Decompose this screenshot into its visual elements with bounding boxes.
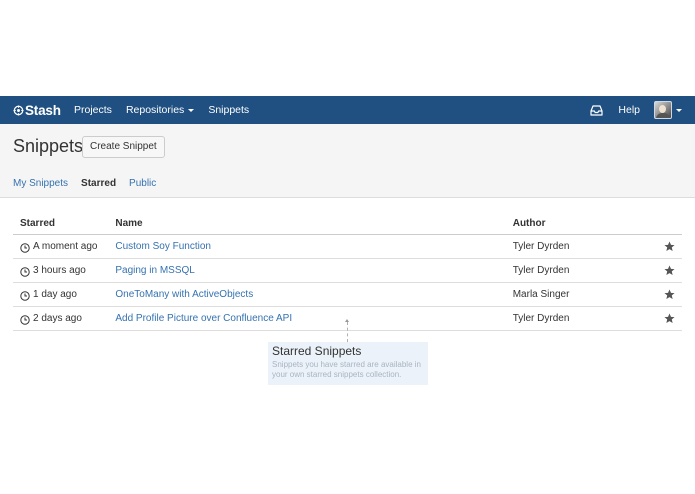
star-cell [656, 258, 682, 283]
brand-name: Stash [25, 102, 61, 118]
name-cell: Paging in MSSQL [115, 258, 513, 283]
starred-time: 2 days ago [33, 313, 82, 324]
nav-repositories-label: Repositories [125, 104, 185, 116]
avatar-shoulders [656, 113, 670, 118]
chevron-down-icon [188, 108, 195, 112]
star-icon[interactable] [664, 289, 675, 300]
nav-projects[interactable]: Projects [74, 104, 112, 116]
starred-cell: 3 hours ago [13, 258, 116, 283]
tab-starred[interactable]: Starred [81, 178, 116, 189]
avatar-face [659, 105, 666, 113]
starred-time: 3 hours ago [33, 265, 86, 276]
starred-cell: 2 days ago [13, 306, 116, 331]
user-avatar[interactable] [654, 101, 672, 119]
snippet-link[interactable]: OneToMany with ActiveObjects [115, 289, 253, 300]
starred-cell: 1 day ago [13, 282, 116, 307]
tab-my-snippets[interactable]: My Snippets [13, 178, 68, 189]
star-cell [656, 282, 682, 307]
snippet-link[interactable]: Add Profile Picture over Confluence API [115, 313, 292, 324]
inbox-icon[interactable] [590, 104, 603, 116]
author-cell: Tyler Dyrden [512, 258, 657, 283]
help-link[interactable]: Help [618, 104, 640, 116]
snippets-table: Starred Name Author A moment ago Custom … [13, 212, 682, 331]
page-header: Snippets Create Snippet My Snippets Star… [0, 124, 695, 198]
name-cell: OneToMany with ActiveObjects [115, 282, 513, 307]
table-row: A moment ago Custom Soy Function Tyler D… [13, 234, 682, 259]
user-menu-chevron-icon[interactable] [676, 108, 682, 112]
starred-time: 1 day ago [33, 289, 77, 300]
table-row: 3 hours ago Paging in MSSQL Tyler Dyrden [13, 258, 682, 283]
clock-icon [20, 314, 30, 325]
name-cell: Custom Soy Function [115, 234, 513, 259]
author-cell: Tyler Dyrden [512, 306, 657, 331]
tab-public[interactable]: Public [129, 178, 156, 189]
stash-logo[interactable]: Stash [13, 96, 61, 124]
star-icon[interactable] [664, 241, 675, 252]
stash-logo-icon [13, 104, 24, 116]
create-snippet-button[interactable]: Create Snippet [82, 136, 165, 158]
header-right: Help [590, 96, 695, 124]
main-nav: Projects Repositories Snippets [74, 96, 249, 124]
starred-time: A moment ago [33, 241, 98, 252]
table-header-row: Starred Name Author [13, 212, 682, 235]
author-cell: Marla Singer [512, 282, 657, 307]
starred-cell: A moment ago [13, 234, 116, 259]
nav-repositories[interactable]: Repositories [125, 104, 195, 116]
callout-connector [347, 322, 348, 342]
column-header-author: Author [512, 212, 657, 235]
clock-icon [20, 290, 30, 301]
clock-icon [20, 266, 30, 277]
nav-snippets[interactable]: Snippets [208, 104, 249, 116]
snippet-tabs: My Snippets Starred Public [13, 178, 156, 189]
callout-title: Starred Snippets [272, 344, 362, 358]
star-cell [656, 306, 682, 331]
column-header-star [656, 212, 682, 235]
page-title: Snippets [13, 136, 84, 156]
column-header-starred: Starred [13, 212, 116, 235]
clock-icon [20, 242, 30, 253]
top-nav-bar: Stash Projects Repositories Snippets Hel… [0, 96, 695, 124]
star-icon[interactable] [664, 313, 675, 324]
snippet-link[interactable]: Custom Soy Function [115, 241, 211, 252]
author-cell: Tyler Dyrden [512, 234, 657, 259]
callout-text: Snippets you have starred are available … [272, 360, 421, 379]
star-icon[interactable] [664, 265, 675, 276]
column-header-name: Name [115, 212, 513, 235]
snippet-link[interactable]: Paging in MSSQL [115, 265, 195, 276]
name-cell: Add Profile Picture over Confluence API [115, 306, 513, 331]
star-cell [656, 234, 682, 259]
table-row: 1 day ago OneToMany with ActiveObjects M… [13, 282, 682, 307]
starred-snippets-callout: Starred Snippets Snippets you have starr… [268, 342, 428, 385]
